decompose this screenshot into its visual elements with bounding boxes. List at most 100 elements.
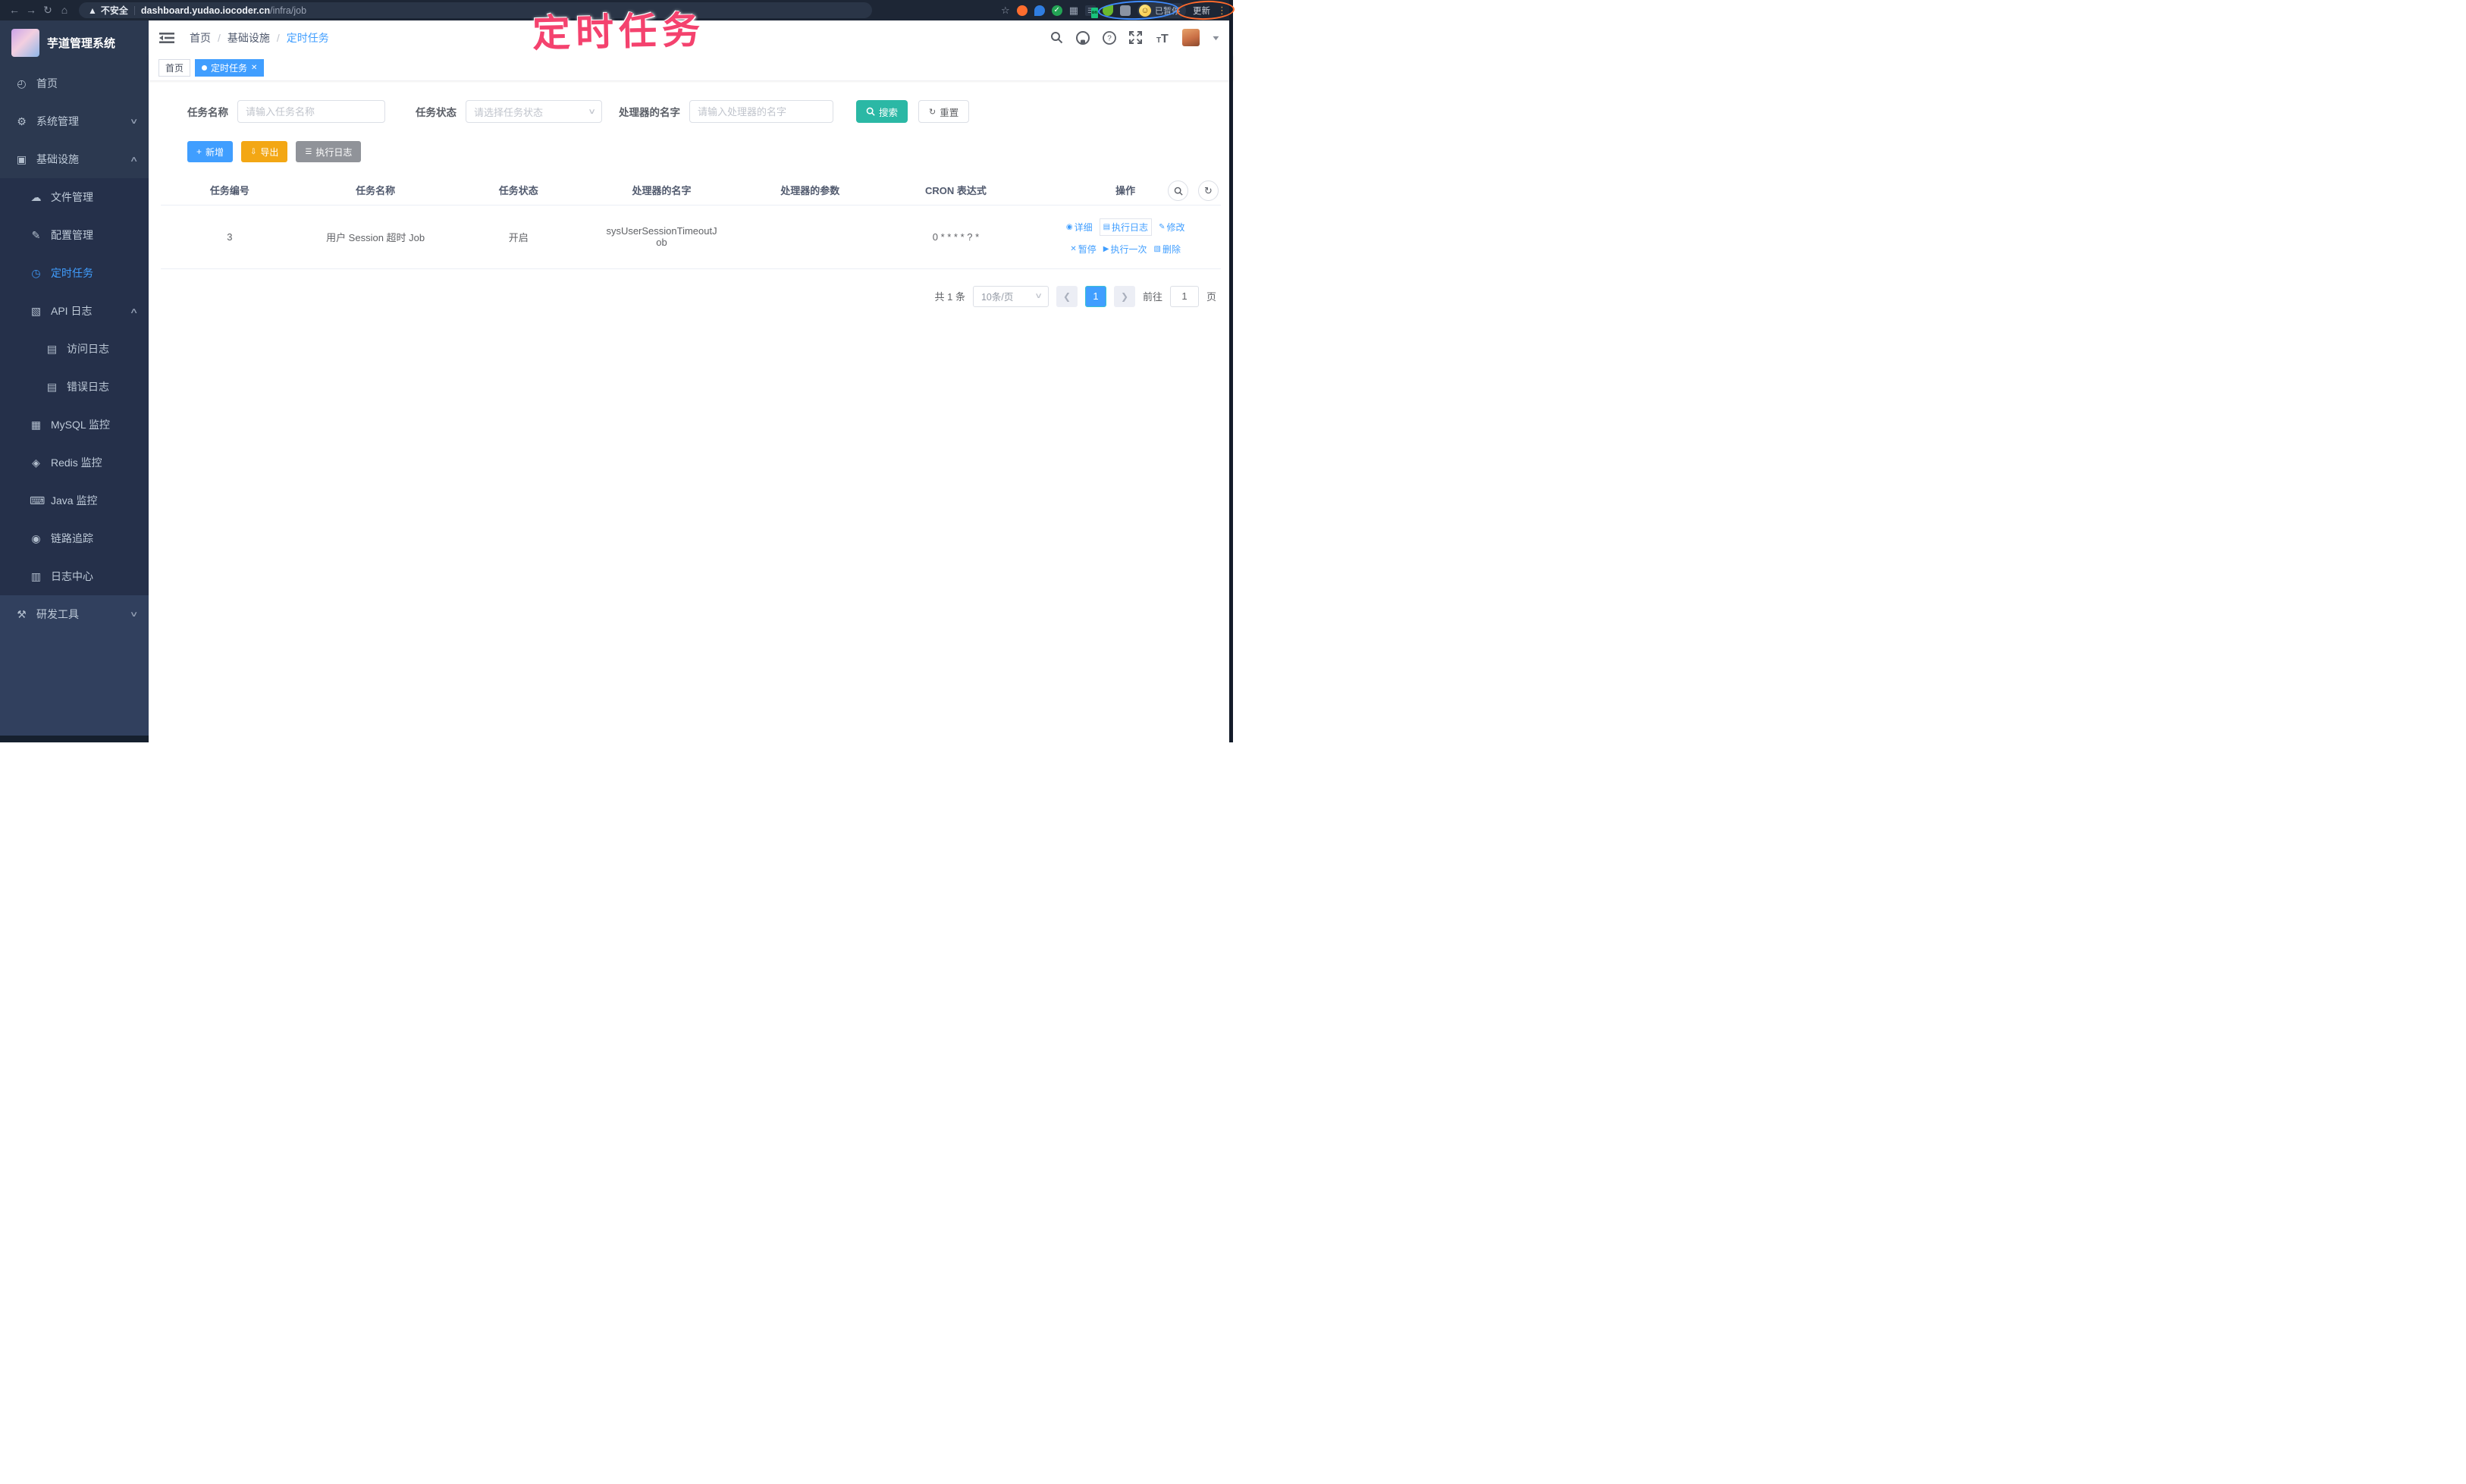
sidebar-item-java-monitor[interactable]: ⌨ Java 监控 <box>0 482 149 519</box>
col-handler-param: 处理器的参数 <box>738 176 882 206</box>
extension-icon[interactable] <box>1016 5 1028 16</box>
refresh-table-button[interactable]: ↻ <box>1198 180 1219 201</box>
next-page-button[interactable]: ❯ <box>1113 285 1135 307</box>
job-status-label: 任务状态 <box>416 107 456 118</box>
sidebar-item-scheduled-job[interactable]: ◷ 定时任务 <box>0 254 149 292</box>
prev-page-button[interactable]: ❮ <box>1056 285 1078 307</box>
github-icon[interactable] <box>1076 30 1090 45</box>
sidebar-item-devtools[interactable]: ⚒ 研发工具 ∨ <box>0 595 149 633</box>
filter-form: 任务名称 任务状态 请选择任务状态 ∨ 处理器的名字 搜索 ↻ 重置 <box>187 100 1233 123</box>
pencil-icon: ✎ <box>1159 222 1166 231</box>
handler-name-label: 处理器的名字 <box>619 107 680 118</box>
sidebar-item-redis-monitor[interactable]: ◈ Redis 监控 <box>0 444 149 482</box>
export-button[interactable]: ⇩ 导出 <box>241 141 288 162</box>
annotation-title: 定时任务 <box>532 8 706 55</box>
extension-grid-icon[interactable]: ▦ <box>1069 5 1078 17</box>
sidebar-item-file-manage[interactable]: ☁ 文件管理 <box>0 178 149 216</box>
tag-scheduled-job[interactable]: 定时任务 ✕ <box>195 58 265 77</box>
job-log-link[interactable]: ▤ 执行日志 <box>1099 218 1153 236</box>
sidebar-item-error-log[interactable]: ▤ 错误日志 <box>0 368 149 406</box>
user-avatar[interactable] <box>1182 29 1200 46</box>
page-1-button[interactable]: 1 <box>1084 285 1106 307</box>
svg-text:?: ? <box>1107 34 1112 42</box>
forward-icon[interactable]: → <box>23 0 39 20</box>
bookmark-star-icon[interactable]: ☆ <box>1001 5 1010 17</box>
cell-job-id: 3 <box>161 205 299 269</box>
table-header-row: 任务编号 任务名称 任务状态 处理器的名字 处理器的参数 CRON 表达式 操作 <box>161 176 1221 206</box>
java-icon: ⌨ <box>30 494 45 507</box>
execute-log-button[interactable]: ☰ 执行日志 <box>296 141 362 162</box>
sidebar-item-api-log[interactable]: ▧ API 日志 ∧ <box>0 292 149 330</box>
fullscreen-icon[interactable] <box>1129 31 1143 44</box>
url-path: /infra/job <box>270 5 307 16</box>
url-host: dashboard.yudao.iocoder.cn <box>140 5 271 16</box>
toggle-search-button[interactable] <box>1168 180 1188 201</box>
col-job-status: 任务状态 <box>452 176 585 206</box>
gear-icon: ⚙ <box>17 115 27 127</box>
active-dot <box>202 64 208 71</box>
close-icon[interactable]: ✕ <box>251 64 257 72</box>
pause-link[interactable]: ✕ 暂停 <box>1070 243 1096 256</box>
sidebar-item-config-manage[interactable]: ✎ 配置管理 <box>0 216 149 254</box>
search-icon[interactable] <box>1050 31 1063 44</box>
page-size-select[interactable]: 10条/页 ∨ <box>972 285 1049 307</box>
reload-icon[interactable]: ↻ <box>39 0 56 20</box>
on-badge: on <box>1090 7 1098 18</box>
breadcrumb-infrastructure[interactable]: 基础设施 <box>227 30 270 45</box>
handler-name-input[interactable] <box>689 100 833 123</box>
eye-icon: ◉ <box>1065 222 1073 231</box>
cell-actions: ◉ 详细 ▤ 执行日志 ✎ 修改 ✕ 暂停 ▶ 执行一次 ▧ 删除 <box>1030 205 1221 269</box>
sidebar-item-trace[interactable]: ◉ 链路追踪 <box>0 519 149 557</box>
sidebar-item-access-log[interactable]: ▤ 访问日志 <box>0 330 149 368</box>
sidebar-item-infrastructure[interactable]: ▣ 基础设施 ∧ <box>0 140 149 178</box>
breadcrumb-home[interactable]: 首页 <box>190 30 211 45</box>
redis-icon: ◈ <box>32 456 40 469</box>
edit-link[interactable]: ✎ 修改 <box>1159 221 1184 234</box>
cell-handler-param <box>738 205 882 269</box>
chevron-down-icon: ∨ <box>129 610 139 619</box>
add-button[interactable]: + 新增 <box>187 141 234 162</box>
devtools-section: ⚒ 研发工具 ∨ <box>0 595 149 736</box>
job-status-select[interactable]: 请选择任务状态 ∨ <box>466 100 602 123</box>
app-title: 芋道管理系统 <box>47 36 116 50</box>
total-count: 共 1 条 <box>934 291 965 303</box>
sidebar: 芋道管理系统 ◴ 首页 ⚙ 系统管理 ∨ ▣ 基础设施 ∧ ☁ 文件管理 ✎ 配… <box>0 20 149 742</box>
home-icon[interactable]: ⌂ <box>56 0 73 20</box>
extension-icon[interactable] <box>1034 5 1045 16</box>
timer-icon: ◷ <box>31 266 41 279</box>
trash-icon: ▧ <box>1153 244 1161 253</box>
sidebar-item-log-center[interactable]: ▥ 日志中心 <box>0 557 149 595</box>
cloud-upload-icon: ☁ <box>30 190 42 203</box>
goto-page-input[interactable] <box>1169 285 1199 307</box>
sidebar-item-mysql-monitor[interactable]: ▦ MySQL 监控 <box>0 406 149 444</box>
error-log-icon: ▤ <box>46 380 58 393</box>
address-bar[interactable]: ▲ 不安全 dashboard.yudao.iocoder.cn/infra/jo… <box>79 2 872 18</box>
delete-link[interactable]: ▧ 删除 <box>1153 243 1180 256</box>
sidebar-item-home[interactable]: ◴ 首页 <box>0 64 149 102</box>
run-once-link[interactable]: ▶ 执行一次 <box>1103 243 1147 256</box>
job-name-label: 任务名称 <box>187 107 228 118</box>
chevron-down-icon: ∨ <box>129 117 139 126</box>
close-icon: ✕ <box>1070 244 1077 253</box>
devtools-icon: ⚒ <box>17 607 27 620</box>
job-name-input[interactable] <box>237 100 385 123</box>
log-center-icon: ▥ <box>30 569 42 582</box>
dashboard-icon: ◴ <box>17 77 27 89</box>
tag-home[interactable]: 首页 <box>158 58 191 77</box>
help-icon[interactable]: ? <box>1103 30 1116 45</box>
mysql-icon: ▦ <box>30 418 42 431</box>
collapse-sidebar-icon[interactable] <box>159 32 174 44</box>
extension-icon[interactable]: ☰ on <box>1085 5 1098 18</box>
extension-check-icon[interactable]: ✓ <box>1051 5 1062 16</box>
detail-link[interactable]: ◉ 详细 <box>1066 221 1093 234</box>
font-size-icon[interactable]: TT <box>1155 31 1169 44</box>
back-icon[interactable]: ← <box>6 0 23 20</box>
chevron-down-icon[interactable]: ▼ <box>1211 34 1221 42</box>
chevron-down-icon: ∨ <box>1034 292 1043 300</box>
logo-image <box>11 28 39 57</box>
logo-row[interactable]: 芋道管理系统 <box>0 20 149 64</box>
sidebar-item-system[interactable]: ⚙ 系统管理 ∨ <box>0 102 149 140</box>
search-button[interactable]: 搜索 <box>856 100 908 123</box>
refresh-icon: ↻ <box>929 107 937 117</box>
reset-button[interactable]: ↻ 重置 <box>918 100 970 123</box>
